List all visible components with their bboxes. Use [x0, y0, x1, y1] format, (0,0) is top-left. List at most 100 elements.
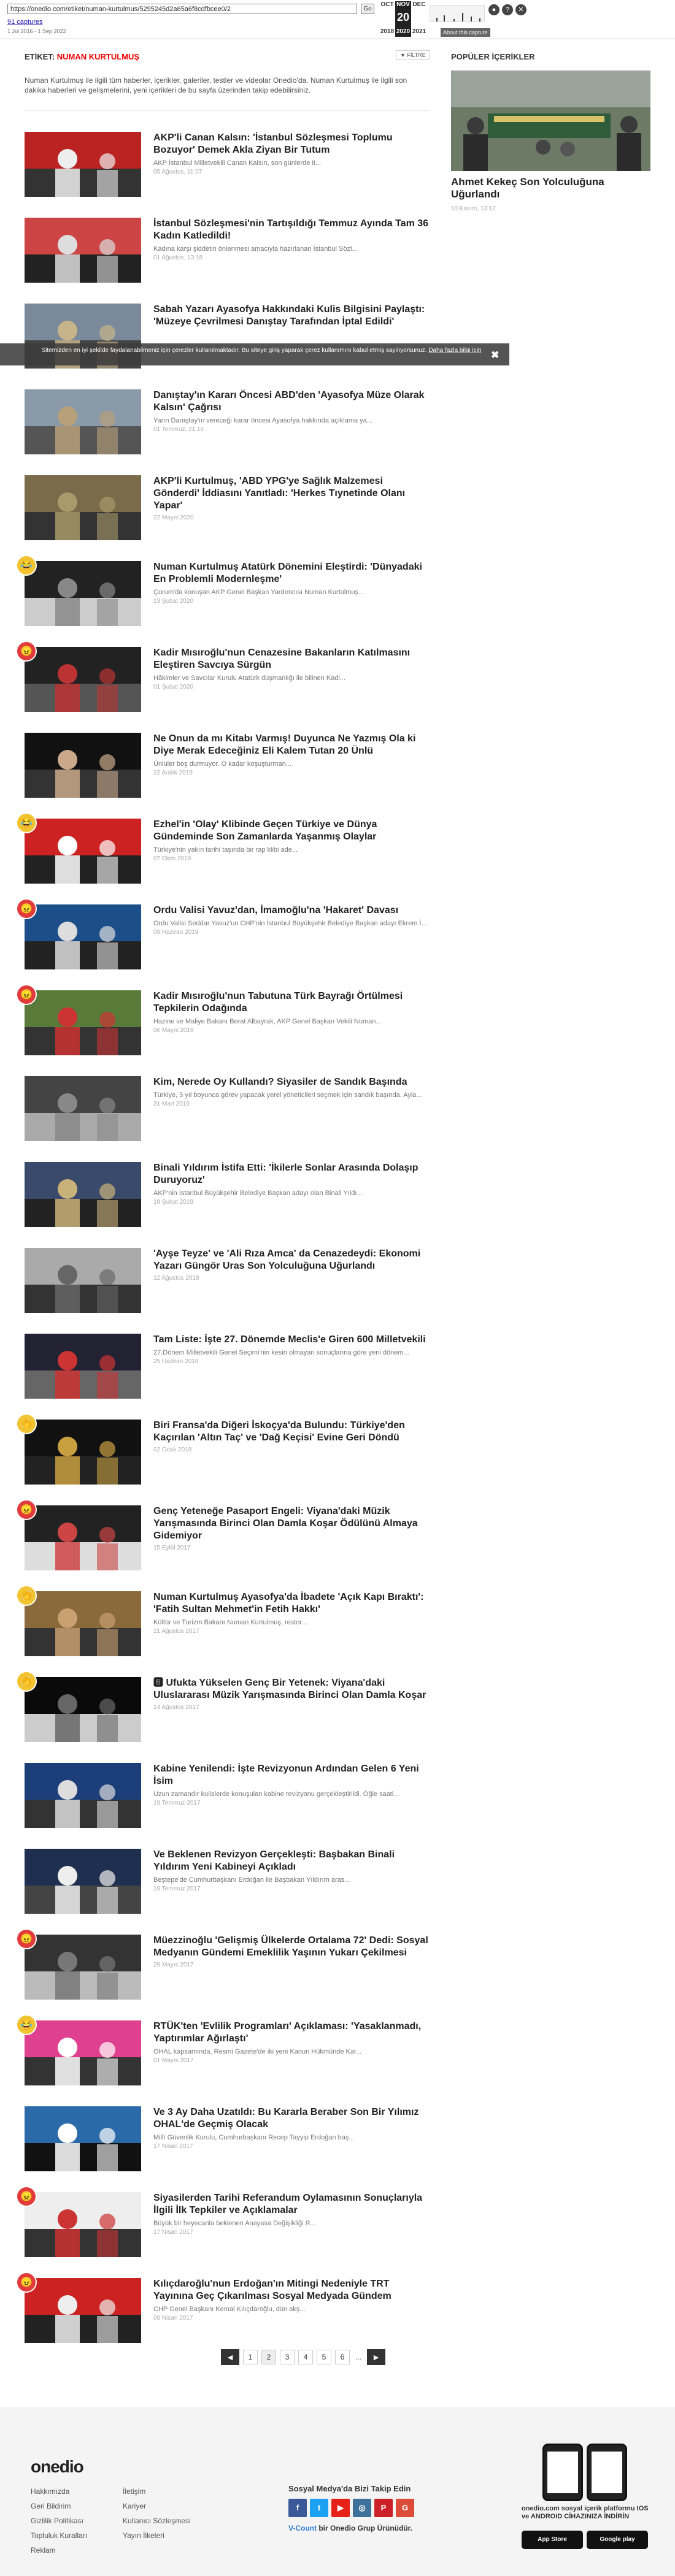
article-title[interactable]: Ve 3 Ay Daha Uzatıldı: Bu Kararla Berabe… — [153, 2106, 430, 2131]
article-title[interactable]: 'Ayşe Teyze' ve 'Ali Rıza Amca' da Cenaz… — [153, 1248, 430, 1272]
list-item[interactable]: Kim, Nerede Oy Kullandı? Siyasiler de Sa… — [25, 1076, 430, 1150]
popular-image[interactable] — [451, 71, 650, 171]
list-item[interactable]: Ve 3 Ay Daha Uzatıldı: Bu Kararla Berabe… — [25, 2106, 430, 2180]
social-icon[interactable]: G — [396, 2499, 414, 2517]
article-thumbnail[interactable] — [25, 1935, 141, 2000]
article-title[interactable]: Ordu Valisi Yavuz'dan, İmamoğlu'na 'Haka… — [153, 904, 430, 917]
article-thumbnail[interactable] — [25, 2278, 141, 2343]
article-thumbnail[interactable] — [25, 132, 141, 197]
article-title[interactable]: Kadir Mısıroğlu'nun Tabutuna Türk Bayrağ… — [153, 990, 430, 1015]
article-title[interactable]: Ve Beklenen Revizyon Gerçekleşti: Başbak… — [153, 1849, 430, 1873]
article-thumbnail[interactable] — [25, 561, 141, 626]
article-title[interactable]: Genç Yeteneğe Pasaport Engeli: Viyana'da… — [153, 1505, 430, 1542]
article-title[interactable]: Kılıçdaroğlu'nun Erdoğan'ın Mitingi Nede… — [153, 2278, 430, 2303]
article-thumbnail[interactable] — [25, 733, 141, 798]
popular-title[interactable]: Ahmet Kekeç Son Yolculuğuna Uğurlandı — [451, 176, 650, 201]
list-item[interactable]: Kılıçdaroğlu'nun Erdoğan'ın Mitingi Nede… — [16, 2272, 430, 2352]
article-title[interactable]: Numan Kurtulmuş Atatürk Dönemini Eleştir… — [153, 561, 430, 586]
article-title[interactable]: İstanbul Sözleşmesi'nin Tartışıldığı Tem… — [153, 218, 430, 242]
article-title[interactable]: Kabine Yenilendi: İşte Revizyonun Ardınd… — [153, 1763, 430, 1787]
pagination-page-6[interactable]: 6 — [335, 2350, 350, 2364]
list-item[interactable]: Ve Beklenen Revizyon Gerçekleşti: Başbak… — [25, 1849, 430, 1922]
wayback-url-input[interactable]: https://onedio.com/etiket/numan-kurtulmu… — [7, 4, 357, 14]
google-play-button[interactable]: Google play — [587, 2531, 648, 2549]
article-title[interactable]: Siyasilerden Tarihi Referandum Oylamasın… — [153, 2192, 430, 2217]
list-item[interactable]: İstanbul Sözleşmesi'nin Tartışıldığı Tem… — [25, 218, 430, 291]
pagination-prev-button[interactable]: ◄ — [221, 2349, 239, 2365]
list-item[interactable]: Numan Kurtulmuş Ayasofya'da İbadete 'Açı… — [16, 1585, 430, 1665]
footer-link[interactable]: Geri Bildirim — [31, 2499, 87, 2513]
list-item[interactable]: Danıştay'ın Kararı Öncesi ABD'den 'Ayaso… — [25, 389, 430, 463]
wayback-sparkline[interactable] — [430, 5, 485, 22]
list-item[interactable]: Siyasilerden Tarihi Referandum Oylamasın… — [16, 2186, 430, 2266]
footer-link[interactable]: Hakkımızda — [31, 2484, 87, 2499]
article-thumbnail[interactable] — [25, 647, 141, 712]
wayback-captures-link[interactable]: 91 captures — [7, 18, 42, 26]
article-thumbnail[interactable] — [25, 475, 141, 540]
vcount-link[interactable]: V-Count — [288, 2524, 317, 2532]
pagination-page-3[interactable]: 3 — [280, 2350, 295, 2364]
article-title[interactable]: AKP'li Kurtulmuş, 'ABD YPG'ye Sağlık Mal… — [153, 475, 430, 512]
article-thumbnail[interactable] — [25, 990, 141, 1055]
cookie-more-link[interactable]: Daha fazla bilgi için — [428, 347, 481, 354]
article-title[interactable]: Biri Fransa'da Diğeri İskoçya'da Bulundu… — [153, 1420, 430, 1444]
article-title[interactable]: Danıştay'ın Kararı Öncesi ABD'den 'Ayaso… — [153, 389, 430, 414]
article-title[interactable]: 🅱 Ufukta Yükselen Genç Bir Yetenek: Viya… — [153, 1677, 430, 1702]
footer-link[interactable]: İletişim — [123, 2484, 191, 2499]
list-item[interactable]: Kadir Mısıroğlu'nun Cenazesine Bakanları… — [16, 641, 430, 720]
app-store-button[interactable]: App Store — [522, 2531, 583, 2549]
article-title[interactable]: Ne Onun da mı Kitabı Varmış! Duyunca Ne … — [153, 733, 430, 757]
wayback-month-prev[interactable]: OCT — [379, 1, 395, 8]
footer-link[interactable]: Reklam — [31, 2543, 87, 2558]
pagination-page-1[interactable]: 1 — [243, 2350, 258, 2364]
pagination-page-5[interactable]: 5 — [317, 2350, 331, 2364]
footer-link[interactable]: Kariyer — [123, 2499, 191, 2513]
footer-link[interactable]: Yayın İlkeleri — [123, 2528, 191, 2543]
wayback-about-link[interactable]: About this capture — [441, 28, 490, 37]
list-item[interactable]: Ne Onun da mı Kitabı Varmış! Duyunca Ne … — [25, 733, 430, 806]
social-icon[interactable]: ▶ — [331, 2499, 350, 2517]
article-thumbnail[interactable] — [25, 218, 141, 283]
article-thumbnail[interactable] — [25, 1677, 141, 1742]
filter-button[interactable]: ▼ FİLTRE — [396, 50, 430, 60]
list-item[interactable]: Sabah Yazarı Ayasofya Hakkındaki Kulis B… — [25, 304, 430, 377]
list-item[interactable]: Tam Liste: İşte 27. Dönemde Meclis'e Gir… — [25, 1334, 430, 1407]
list-item[interactable]: Binali Yıldırım İstifa Etti: 'İkilerle S… — [25, 1162, 430, 1236]
article-title[interactable]: AKP'li Canan Kalsın: 'İstanbul Sözleşmes… — [153, 132, 430, 156]
footer-link[interactable]: Gizlilik Politikası — [31, 2513, 87, 2528]
social-icon[interactable]: ◎ — [353, 2499, 371, 2517]
list-item[interactable]: Biri Fransa'da Diğeri İskoçya'da Bulundu… — [16, 1413, 430, 1493]
list-item[interactable]: 'Ayşe Teyze' ve 'Ali Rıza Amca' da Cenaz… — [25, 1248, 430, 1321]
article-thumbnail[interactable] — [25, 1505, 141, 1570]
article-thumbnail[interactable] — [25, 819, 141, 884]
wayback-year-next[interactable]: 2021 — [411, 28, 427, 35]
list-item[interactable]: 🅱 Ufukta Yükselen Genç Bir Yetenek: Viya… — [16, 1671, 430, 1751]
list-item[interactable]: RTÜK'ten 'Evlilik Programları' Açıklamas… — [16, 2014, 430, 2094]
article-thumbnail[interactable] — [25, 1420, 141, 1485]
article-thumbnail[interactable] — [25, 2106, 141, 2171]
article-thumbnail[interactable] — [25, 904, 141, 969]
article-thumbnail[interactable] — [25, 389, 141, 454]
user-icon[interactable]: ● — [488, 4, 500, 15]
list-item[interactable]: Numan Kurtulmuş Atatürk Dönemini Eleştir… — [16, 555, 430, 635]
pagination-page-4[interactable]: 4 — [298, 2350, 313, 2364]
footer-link[interactable]: Topluluk Kuralları — [31, 2528, 87, 2543]
article-title[interactable]: Müezzinoğlu 'Gelişmiş Ülkelerde Ortalama… — [153, 1935, 430, 1959]
article-title[interactable]: Sabah Yazarı Ayasofya Hakkındaki Kulis B… — [153, 304, 430, 328]
article-thumbnail[interactable] — [25, 1849, 141, 1914]
article-thumbnail[interactable] — [25, 2192, 141, 2257]
list-item[interactable]: AKP'li Canan Kalsın: 'İstanbul Sözleşmes… — [25, 132, 430, 205]
wayback-go-button[interactable]: Go — [361, 4, 374, 14]
article-thumbnail[interactable] — [25, 1162, 141, 1227]
list-item[interactable]: Kadir Mısıroğlu'nun Tabutuna Türk Bayrağ… — [16, 984, 430, 1064]
wayback-month-next[interactable]: DEC — [411, 1, 427, 8]
list-item[interactable]: Müezzinoğlu 'Gelişmiş Ülkelerde Ortalama… — [16, 1928, 430, 2008]
footer-logo[interactable]: onedio — [31, 2457, 84, 2477]
article-thumbnail[interactable] — [25, 1591, 141, 1656]
article-title[interactable]: Binali Yıldırım İstifa Etti: 'İkilerle S… — [153, 1162, 430, 1187]
article-thumbnail[interactable] — [25, 2020, 141, 2085]
social-icon[interactable]: t — [310, 2499, 328, 2517]
list-item[interactable]: Ezhel'in 'Olay' Klibinde Geçen Türkiye v… — [16, 812, 430, 892]
pagination-next-button[interactable]: ► — [367, 2349, 385, 2365]
article-title[interactable]: Kim, Nerede Oy Kullandı? Siyasiler de Sa… — [153, 1076, 430, 1088]
